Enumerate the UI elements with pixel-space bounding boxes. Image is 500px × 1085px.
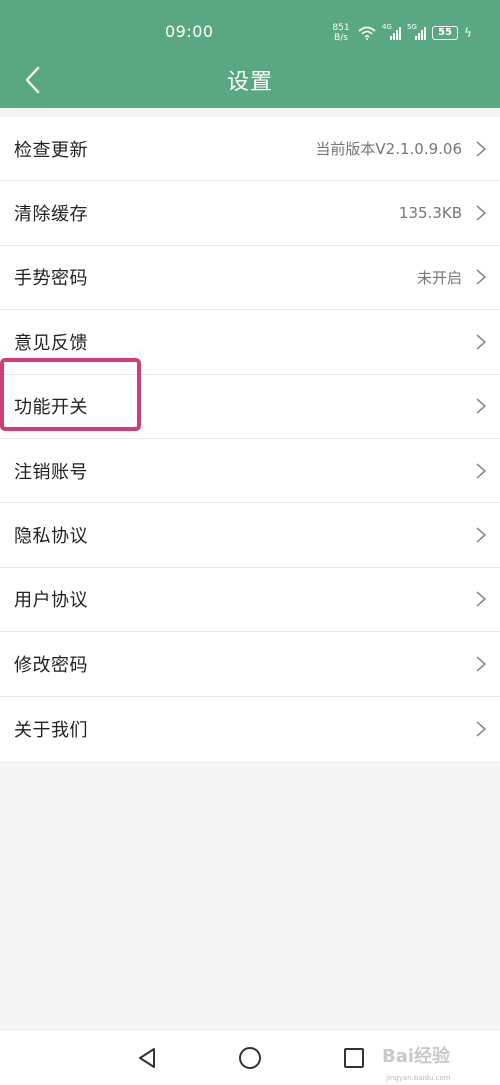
settings-item-label: 功能开关 xyxy=(14,397,88,419)
chevron-right-icon xyxy=(476,656,487,672)
settings-item-label: 关于我们 xyxy=(14,719,88,741)
settings-item-label: 清除缓存 xyxy=(14,204,88,226)
settings-item-clear-cache[interactable]: 清除缓存 135.3KB xyxy=(0,181,500,246)
settings-item-about-us[interactable]: 关于我们 xyxy=(0,697,500,761)
page-title: 设置 xyxy=(226,70,273,95)
settings-item-feature-switch[interactable]: 功能开关 xyxy=(0,375,500,439)
settings-item-feedback[interactable]: 意见反馈 xyxy=(0,310,500,375)
charging-icon: ϟ xyxy=(464,26,472,40)
nav-home-icon[interactable] xyxy=(237,1045,263,1071)
status-icons: 851 B/s 4G 5G 55 ϟ xyxy=(330,20,472,46)
settings-item-change-password[interactable]: 修改密码 xyxy=(0,632,500,697)
settings-item-value: 未开启 xyxy=(416,268,462,287)
settings-item-label: 注销账号 xyxy=(14,461,88,483)
chevron-right-icon xyxy=(476,591,487,607)
settings-item-label: 意见反馈 xyxy=(14,332,88,354)
settings-item-delete-account[interactable]: 注销账号 xyxy=(0,439,500,504)
nav-recents-icon[interactable] xyxy=(341,1045,367,1071)
watermark-url: jingyan.baidu.com xyxy=(386,1074,451,1082)
settings-item-privacy-policy[interactable]: 隐私协议 xyxy=(0,503,500,568)
settings-item-value: 当前版本V2.1.0.9.06 xyxy=(315,140,462,159)
chevron-right-icon xyxy=(476,463,487,479)
settings-item-label: 检查更新 xyxy=(14,139,88,161)
watermark: Bai经验 jingyan.baidu.com xyxy=(380,1034,500,1082)
settings-item-gesture-password[interactable]: 手势密码 未开启 xyxy=(0,246,500,311)
battery-icon: 55 xyxy=(432,26,458,40)
settings-item-label: 修改密码 xyxy=(14,654,88,676)
app-header: 09:00 851 B/s 4G 5G 55 ϟ 设置 xyxy=(0,0,500,108)
chevron-right-icon xyxy=(476,527,487,543)
nav-back-icon[interactable] xyxy=(134,1045,160,1071)
chevron-right-icon xyxy=(476,398,487,414)
watermark-brand: Bai经验 xyxy=(382,1046,451,1067)
signal-icon-1: 4G xyxy=(382,23,401,40)
settings-item-label: 隐私协议 xyxy=(14,526,88,548)
settings-item-check-update[interactable]: 检查更新 当前版本V2.1.0.9.06 xyxy=(0,117,500,182)
settings-item-label: 手势密码 xyxy=(14,268,88,290)
chevron-right-icon xyxy=(476,721,487,737)
settings-list: 检查更新 当前版本V2.1.0.9.06 清除缓存 135.3KB 手势密码 未… xyxy=(0,117,500,761)
chevron-right-icon xyxy=(476,269,487,286)
signal-icon-2: 5G xyxy=(407,23,426,40)
status-time: 09:00 xyxy=(165,22,214,41)
network-speed: 851 B/s xyxy=(330,23,352,43)
settings-item-value: 135.3KB xyxy=(398,204,462,223)
wifi-icon xyxy=(358,26,376,40)
settings-item-label: 用户协议 xyxy=(14,590,88,612)
network-speed-value: 851 xyxy=(332,23,350,33)
chevron-right-icon xyxy=(476,205,487,221)
net2-label: 5G xyxy=(407,23,417,31)
net1-label: 4G xyxy=(382,23,392,31)
chevron-right-icon xyxy=(476,334,487,350)
network-speed-unit: B/s xyxy=(334,33,348,43)
settings-item-user-agreement[interactable]: 用户协议 xyxy=(0,568,500,633)
chevron-right-icon xyxy=(476,141,487,157)
